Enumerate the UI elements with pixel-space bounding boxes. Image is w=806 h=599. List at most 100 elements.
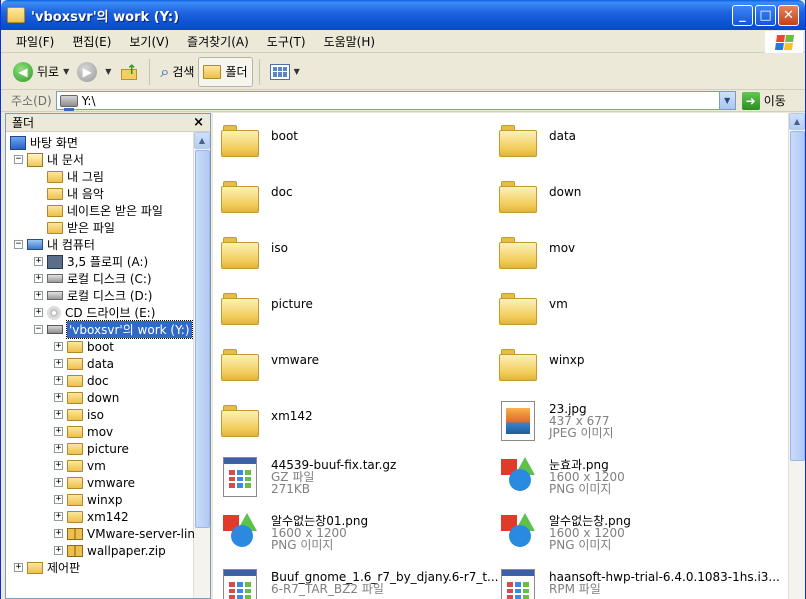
- tree-item[interactable]: − 내 문서: [14, 151, 84, 168]
- close-button[interactable]: ✕: [778, 5, 799, 26]
- expand-icon[interactable]: +: [54, 342, 63, 351]
- tree-item[interactable]: + 로컬 디스크 (C:): [34, 270, 152, 287]
- tree-item[interactable]: 네이트온 받은 파일: [34, 202, 163, 219]
- menu-favorites[interactable]: 즐겨찾기(A): [178, 33, 258, 50]
- file-list-scrollbar[interactable]: ▲: [788, 113, 805, 599]
- folder-tile[interactable]: data: [491, 117, 761, 167]
- expand-icon[interactable]: +: [54, 393, 63, 402]
- forward-button[interactable]: ▶ ▼: [73, 57, 115, 87]
- tree-item[interactable]: + data: [54, 355, 114, 372]
- expand-icon[interactable]: +: [54, 461, 63, 470]
- tree-item[interactable]: + down: [54, 389, 119, 406]
- menu-file[interactable]: 파일(F): [7, 33, 63, 50]
- tree-item[interactable]: + xm142: [54, 508, 129, 525]
- scroll-thumb[interactable]: [195, 150, 210, 528]
- tree-item[interactable]: − 'vboxsvr'의 work (Y:): [34, 320, 193, 339]
- menu-view[interactable]: 보기(V): [120, 33, 178, 50]
- tree-item[interactable]: + vm: [54, 457, 106, 474]
- expand-icon[interactable]: +: [54, 410, 63, 419]
- views-dropdown-icon[interactable]: ▼: [294, 67, 300, 76]
- zip-folder-icon: [67, 527, 83, 540]
- folder-tile[interactable]: vmware: [213, 341, 483, 391]
- tree-item[interactable]: +3,5 플로피 (A:): [34, 253, 148, 270]
- scroll-thumb[interactable]: [790, 131, 805, 461]
- folder-icon: [67, 408, 83, 421]
- expand-icon[interactable]: +: [54, 444, 63, 453]
- collapse-icon[interactable]: −: [34, 325, 43, 334]
- expand-icon[interactable]: +: [54, 512, 63, 521]
- tree-item[interactable]: 내 그림: [34, 168, 104, 185]
- tree-item[interactable]: + 로컬 디스크 (D:): [34, 287, 152, 304]
- collapse-icon[interactable]: −: [14, 240, 23, 249]
- expand-icon[interactable]: +: [34, 257, 43, 266]
- folder-tile[interactable]: winxp: [491, 341, 761, 391]
- expand-icon[interactable]: +: [54, 529, 63, 538]
- up-button[interactable]: ↑: [115, 57, 143, 87]
- tree-item[interactable]: + wallpaper.zip: [54, 542, 166, 559]
- file-tile[interactable]: Buuf_gnome_1.6_r7_by_djany.6-r7_t... 6-R7…: [213, 565, 498, 599]
- folder-pane-close-button[interactable]: ×: [193, 115, 204, 130]
- expand-icon[interactable]: +: [14, 563, 23, 572]
- tree-item-label: 받은 파일: [67, 221, 115, 235]
- title-bar[interactable]: 'vboxsvr'의 work (Y:) _ □ ✕: [1, 0, 805, 30]
- folder-tile[interactable]: doc: [213, 173, 483, 223]
- tree-item[interactable]: − 내 컴퓨터: [14, 236, 95, 253]
- folder-tile[interactable]: xm142: [213, 397, 483, 447]
- expand-icon[interactable]: +: [54, 546, 63, 555]
- tree-item[interactable]: + vmware: [54, 474, 135, 491]
- folder-tile[interactable]: iso: [213, 229, 483, 279]
- file-tile[interactable]: 44539-buuf-fix.tar.gz GZ 파일 271KB: [213, 453, 483, 503]
- tree-item[interactable]: + doc: [54, 372, 109, 389]
- tree-item[interactable]: + VMware-server-lin: [54, 525, 195, 542]
- folder-tree-scrollbar[interactable]: ▲: [193, 132, 210, 598]
- folder-tile[interactable]: picture: [213, 285, 483, 335]
- tree-item-label: picture: [87, 441, 129, 456]
- maximize-button[interactable]: □: [755, 5, 776, 26]
- scroll-up-button[interactable]: ▲: [789, 113, 805, 130]
- expand-icon[interactable]: +: [54, 376, 63, 385]
- address-dropdown-button[interactable]: ▼: [718, 92, 735, 109]
- file-tile[interactable]: 알수없는창.png 1600 x 1200 PNG 이미지: [491, 509, 761, 559]
- expand-icon[interactable]: +: [54, 495, 63, 504]
- tree-item[interactable]: + CD 드라이브 (E:): [34, 304, 155, 321]
- search-button[interactable]: ⌕ 검색: [156, 57, 198, 87]
- file-tile[interactable]: 눈효과.png 1600 x 1200 PNG 이미지: [491, 453, 761, 503]
- tree-item[interactable]: 받은 파일: [34, 219, 115, 236]
- menu-edit[interactable]: 편집(E): [63, 33, 120, 50]
- address-label: 주소(D): [11, 94, 52, 108]
- expand-icon[interactable]: +: [54, 359, 63, 368]
- folders-button[interactable]: 폴더: [198, 56, 253, 87]
- tree-item[interactable]: + 제어판: [14, 559, 80, 576]
- menu-tools[interactable]: 도구(T): [258, 33, 315, 50]
- views-button[interactable]: ▼: [266, 57, 304, 87]
- expand-icon[interactable]: +: [34, 291, 43, 300]
- folder-tile[interactable]: boot: [213, 117, 483, 167]
- file-tile[interactable]: haansoft-hwp-trial-6.4.0.1083-1hs.i3... R…: [491, 565, 780, 599]
- expand-icon[interactable]: +: [54, 478, 63, 487]
- tree-item[interactable]: 내 음악: [34, 185, 104, 202]
- tree-item[interactable]: + picture: [54, 440, 129, 457]
- back-button[interactable]: ◀ 뒤로 ▼: [9, 57, 73, 87]
- folder-tile[interactable]: vm: [491, 285, 761, 335]
- expand-icon[interactable]: +: [34, 274, 43, 283]
- file-tile[interactable]: 23.jpg 437 x 677 JPEG 이미지: [491, 397, 761, 447]
- folder-tile[interactable]: mov: [491, 229, 761, 279]
- collapse-icon[interactable]: −: [14, 155, 23, 164]
- expand-icon[interactable]: +: [54, 427, 63, 436]
- back-dropdown-icon[interactable]: ▼: [63, 67, 69, 76]
- folder-icon: [67, 425, 83, 438]
- scroll-up-button[interactable]: ▲: [194, 132, 210, 149]
- tree-item[interactable]: 바탕 화면: [10, 134, 78, 151]
- file-tile[interactable]: 알수없는창01.png 1600 x 1200 PNG 이미지: [213, 509, 483, 559]
- expand-icon[interactable]: +: [34, 308, 43, 317]
- address-input[interactable]: Y:\ ▼: [55, 91, 736, 111]
- go-button[interactable]: ➜ 이동: [741, 91, 786, 110]
- tree-item[interactable]: + boot: [54, 338, 114, 355]
- tree-item[interactable]: + mov: [54, 423, 113, 440]
- menu-help[interactable]: 도움말(H): [315, 33, 385, 50]
- forward-dropdown-icon[interactable]: ▼: [105, 67, 111, 76]
- minimize-button[interactable]: _: [732, 5, 753, 26]
- tree-item[interactable]: + iso: [54, 406, 104, 423]
- tree-item[interactable]: + winxp: [54, 491, 122, 508]
- folder-tile[interactable]: down: [491, 173, 761, 223]
